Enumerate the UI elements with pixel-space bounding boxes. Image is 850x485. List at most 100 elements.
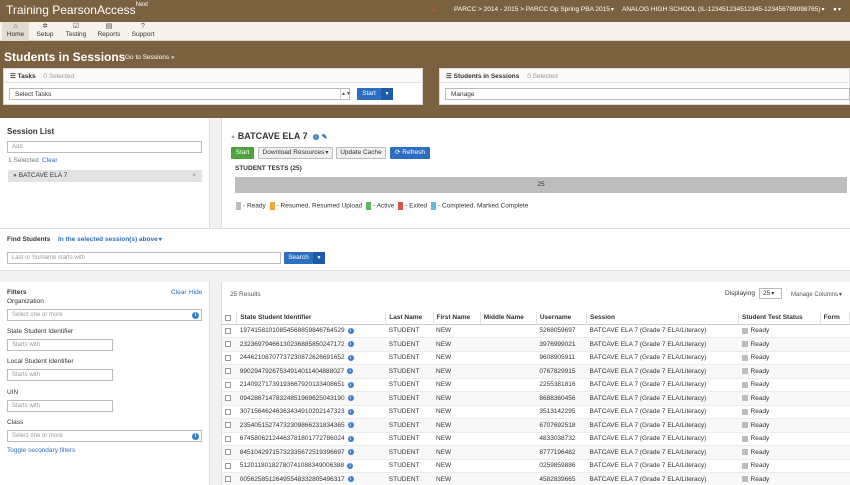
col-username[interactable]: Username: [536, 312, 588, 325]
brand-logo[interactable]: Training PearsonAccessNext: [6, 2, 148, 17]
nav-testing[interactable]: ☑ Testing: [62, 22, 90, 41]
search-button[interactable]: Search: [284, 252, 313, 264]
col-ssid[interactable]: State Student Identifier: [236, 312, 387, 325]
session-list-item[interactable]: ● BATCAVE ELA 7 ×: [8, 170, 202, 182]
filters-clear-link[interactable]: Clear: [171, 289, 187, 296]
table-row[interactable]: 67458062124463781801772786024 i STUDENT NEW…: [222, 432, 850, 446]
displaying-select[interactable]: 25: [759, 288, 782, 299]
select-manage[interactable]: Manage: [445, 88, 850, 100]
row-checkbox[interactable]: [222, 418, 237, 433]
find-scope-dropdown[interactable]: In the selected session(s) above: [58, 236, 162, 243]
table-row[interactable]: 21409271739193667920133408651 i STUDENT NEW…: [222, 378, 850, 392]
alert-icon[interactable]: ●: [432, 7, 436, 14]
manage-columns-dropdown[interactable]: Manage Columns: [791, 291, 842, 298]
row-checkbox[interactable]: [222, 432, 237, 446]
table-row[interactable]: 84510429715732335672519396697 i STUDENT NEW…: [222, 445, 850, 460]
cell-session: BATCAVE ELA 7 (Grade 7 ELA/Literacy): [586, 459, 739, 473]
session-add-input[interactable]: Add: [7, 141, 202, 153]
info-icon[interactable]: i: [347, 435, 354, 442]
student-tests-label: STUDENT TESTS (25): [235, 165, 302, 172]
go-to-sessions-link[interactable]: Go to Sessions »: [125, 54, 175, 61]
col-middle-name[interactable]: Middle Name: [480, 312, 537, 325]
col-session[interactable]: Session: [586, 312, 740, 325]
close-icon[interactable]: ×: [192, 172, 196, 179]
ssid-filter[interactable]: Starts with: [7, 339, 113, 351]
uin-filter[interactable]: Starts with: [7, 400, 113, 412]
table-row[interactable]: 23236979466130236885850247172 i STUDENT NEW…: [222, 337, 850, 352]
info-icon[interactable]: i: [347, 381, 354, 388]
info-icon[interactable]: i: [347, 449, 354, 456]
row-checkbox[interactable]: [222, 337, 237, 352]
cell-username: 0259859886: [536, 459, 587, 473]
info-icon[interactable]: i: [347, 354, 354, 361]
nav-setup[interactable]: ✲ Setup: [33, 22, 57, 41]
cell-first-name: NEW: [433, 378, 481, 392]
table-row[interactable]: 09428671478324851969625043190 i STUDENT NEW…: [222, 391, 850, 406]
nav-reports[interactable]: ▤ Reports: [95, 22, 123, 41]
class-filter[interactable]: Select one or more i: [7, 430, 202, 442]
select-all-checkbox[interactable]: [222, 312, 238, 325]
organization-filter[interactable]: Select one or more i: [7, 309, 202, 321]
row-checkbox[interactable]: [222, 472, 237, 485]
refresh-button[interactable]: ⟳ Refresh: [390, 147, 430, 159]
cell-form: [820, 432, 850, 446]
row-checkbox[interactable]: [222, 351, 237, 365]
toggle-secondary-filters-link[interactable]: Toggle secondary filters: [7, 447, 75, 454]
table-row[interactable]: 24462108707737230872626691652 i STUDENT NEW…: [222, 351, 850, 365]
table-row[interactable]: 00562585126495548332805496317 i STUDENT NEW…: [222, 472, 850, 485]
cell-first-name: NEW: [433, 324, 481, 338]
session-start-button[interactable]: Start: [231, 147, 254, 159]
table-row[interactable]: 19741581010854568859846764529 i STUDENT NEW…: [222, 324, 850, 338]
page-title: Students in Sessions: [4, 50, 126, 64]
tasks-start-button[interactable]: Start: [357, 88, 381, 100]
info-icon[interactable]: i: [347, 327, 354, 334]
student-search-input[interactable]: Last or Surname starts with: [7, 252, 281, 264]
col-last-name[interactable]: Last Name: [385, 312, 434, 325]
row-checkbox[interactable]: [222, 391, 237, 406]
row-checkbox[interactable]: [222, 378, 237, 392]
info-icon[interactable]: i: [347, 476, 354, 483]
info-icon[interactable]: i: [347, 422, 354, 429]
table-row[interactable]: 23540515274732309866231834365 i STUDENT NEW…: [222, 418, 850, 433]
row-checkbox[interactable]: [222, 459, 237, 473]
cell-ssid: 84510429715732335672519396697 i: [236, 445, 386, 460]
nav-home[interactable]: ⌂ Home: [2, 22, 29, 41]
cell-first-name: NEW: [433, 472, 481, 485]
user-icon[interactable]: ●: [833, 6, 841, 13]
table-row[interactable]: 51201180182780741088349006388 i STUDENT NEW…: [222, 459, 850, 473]
admin-path-dropdown[interactable]: PARCC > 2014 - 2015 > PARCC Op Spring PB…: [454, 6, 614, 13]
session-clear-link[interactable]: Clear: [42, 157, 58, 164]
class-label: Class: [7, 419, 24, 426]
edit-icon[interactable]: ✎: [322, 134, 328, 141]
row-checkbox[interactable]: [222, 364, 237, 379]
info-icon[interactable]: i: [347, 395, 354, 402]
help-icon: ?: [141, 23, 145, 30]
legend-swatch: [431, 202, 436, 210]
col-student-test-status[interactable]: Student Test Status: [738, 312, 821, 325]
info-icon[interactable]: i: [347, 408, 354, 415]
select-tasks[interactable]: Select Tasks ▲▼: [9, 88, 351, 100]
col-form[interactable]: Form: [820, 312, 850, 325]
filters-hide-link[interactable]: Hide: [189, 289, 202, 296]
chart-icon: ▤: [105, 23, 113, 30]
info-icon[interactable]: i: [347, 368, 354, 375]
row-checkbox[interactable]: [222, 324, 237, 338]
cell-status: Ready: [738, 337, 821, 352]
row-checkbox[interactable]: [222, 445, 237, 460]
organization-dropdown[interactable]: ANALOG HIGH SCHOOL (IL-123451234512345-1…: [622, 6, 825, 13]
cell-form: [820, 364, 850, 379]
col-first-name[interactable]: First Name: [433, 312, 481, 325]
info-icon[interactable]: i: [313, 133, 320, 140]
cell-status: Ready: [738, 364, 821, 379]
nav-support[interactable]: ? Support: [128, 22, 158, 41]
info-icon[interactable]: i: [347, 462, 354, 469]
row-checkbox[interactable]: [222, 405, 237, 419]
tasks-start-dropdown[interactable]: ▼: [381, 88, 393, 100]
table-row[interactable]: 99029479267534914011404888027 i STUDENT NEW…: [222, 364, 850, 379]
download-resources-button[interactable]: Download Resources: [258, 147, 333, 159]
search-dropdown[interactable]: ▼: [313, 252, 325, 264]
lsid-filter[interactable]: Starts with: [7, 369, 113, 381]
table-row[interactable]: 30715646246363434910202147323 i STUDENT NEW…: [222, 405, 850, 419]
info-icon[interactable]: i: [347, 341, 354, 348]
update-cache-button[interactable]: Update Cache: [336, 147, 386, 159]
